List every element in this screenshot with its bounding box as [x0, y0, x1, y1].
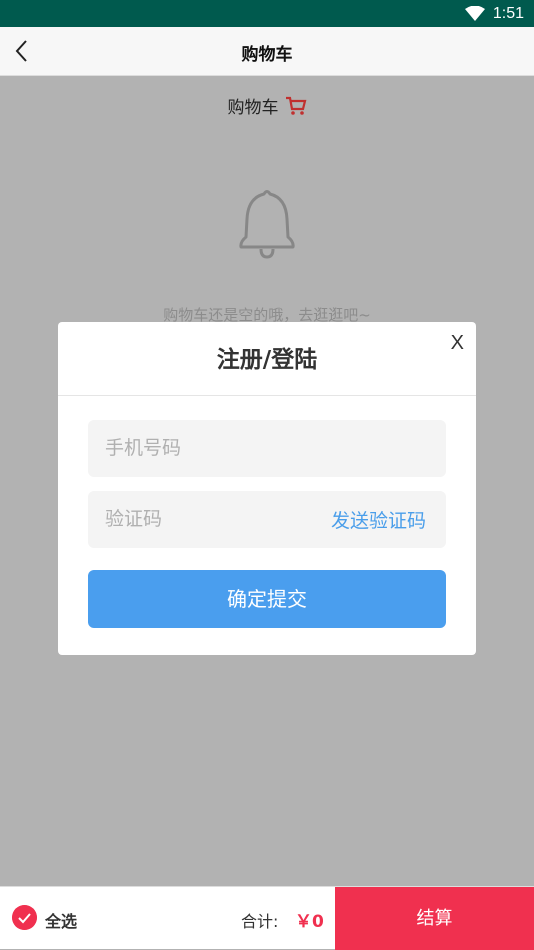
wifi-icon: [465, 6, 485, 21]
select-all-label[interactable]: 全选: [45, 908, 77, 932]
send-code-button[interactable]: 发送验证码: [331, 506, 426, 533]
total-label: 合计:: [241, 912, 279, 931]
bell-icon: [239, 190, 295, 259]
shopping-cart-icon: [285, 96, 306, 115]
code-field: 发送验证码: [88, 491, 446, 548]
total-amount: ￥0: [295, 912, 324, 932]
cart-heading-text: 购物车: [227, 98, 279, 118]
checkout-button[interactable]: 结算: [335, 887, 534, 950]
login-modal: 注册/登陆 X 发送验证码 确定提交: [58, 322, 476, 655]
modal-title: 注册/登陆: [58, 322, 476, 396]
status-bar: 1:51: [0, 0, 534, 27]
page-title: 购物车: [241, 45, 293, 65]
phone-field: [88, 420, 446, 477]
bottom-bar: 全选 合计: ￥0 结算: [0, 886, 534, 950]
status-time: 1:51: [492, 5, 524, 22]
cart-heading: 购物车: [0, 93, 534, 118]
check-circle-icon[interactable]: [12, 905, 37, 930]
nav-bar: 购物车: [0, 27, 534, 76]
close-button[interactable]: X: [451, 332, 464, 355]
submit-button[interactable]: 确定提交: [88, 570, 446, 628]
code-input[interactable]: [88, 491, 308, 548]
phone-input[interactable]: [88, 420, 308, 477]
